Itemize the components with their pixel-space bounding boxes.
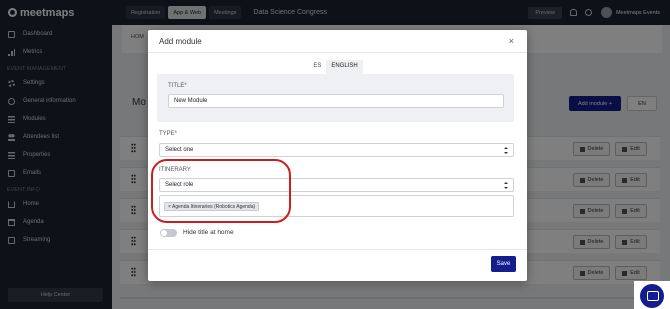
tab-english[interactable]: ENGLISH xyxy=(326,60,363,74)
title-section: TITLE* New Module xyxy=(157,74,514,122)
hide-title-toggle[interactable] xyxy=(160,229,177,237)
annotation-highlight xyxy=(151,159,291,223)
title-label: TITLE* xyxy=(168,83,187,89)
sort-arrows-icon xyxy=(504,182,508,189)
add-module-dialog: Add module × ES ENGLISH TITLE* New Modul… xyxy=(148,30,527,281)
type-label: TYPE* xyxy=(159,131,178,137)
language-tabs: ES ENGLISH xyxy=(157,60,514,74)
title-input[interactable]: New Module xyxy=(168,94,504,108)
sort-arrows-icon xyxy=(504,147,508,154)
dialog-footer-divider xyxy=(148,249,527,250)
chat-icon[interactable] xyxy=(640,284,664,308)
hide-title-label: Hide title at home xyxy=(183,229,234,236)
save-button[interactable]: Save xyxy=(491,256,516,272)
tab-es[interactable]: ES xyxy=(308,60,326,74)
close-icon[interactable]: × xyxy=(509,36,514,46)
type-select-value: Select one xyxy=(165,147,194,153)
type-select[interactable]: Select one xyxy=(159,143,514,157)
dialog-title: Add module xyxy=(148,30,527,53)
